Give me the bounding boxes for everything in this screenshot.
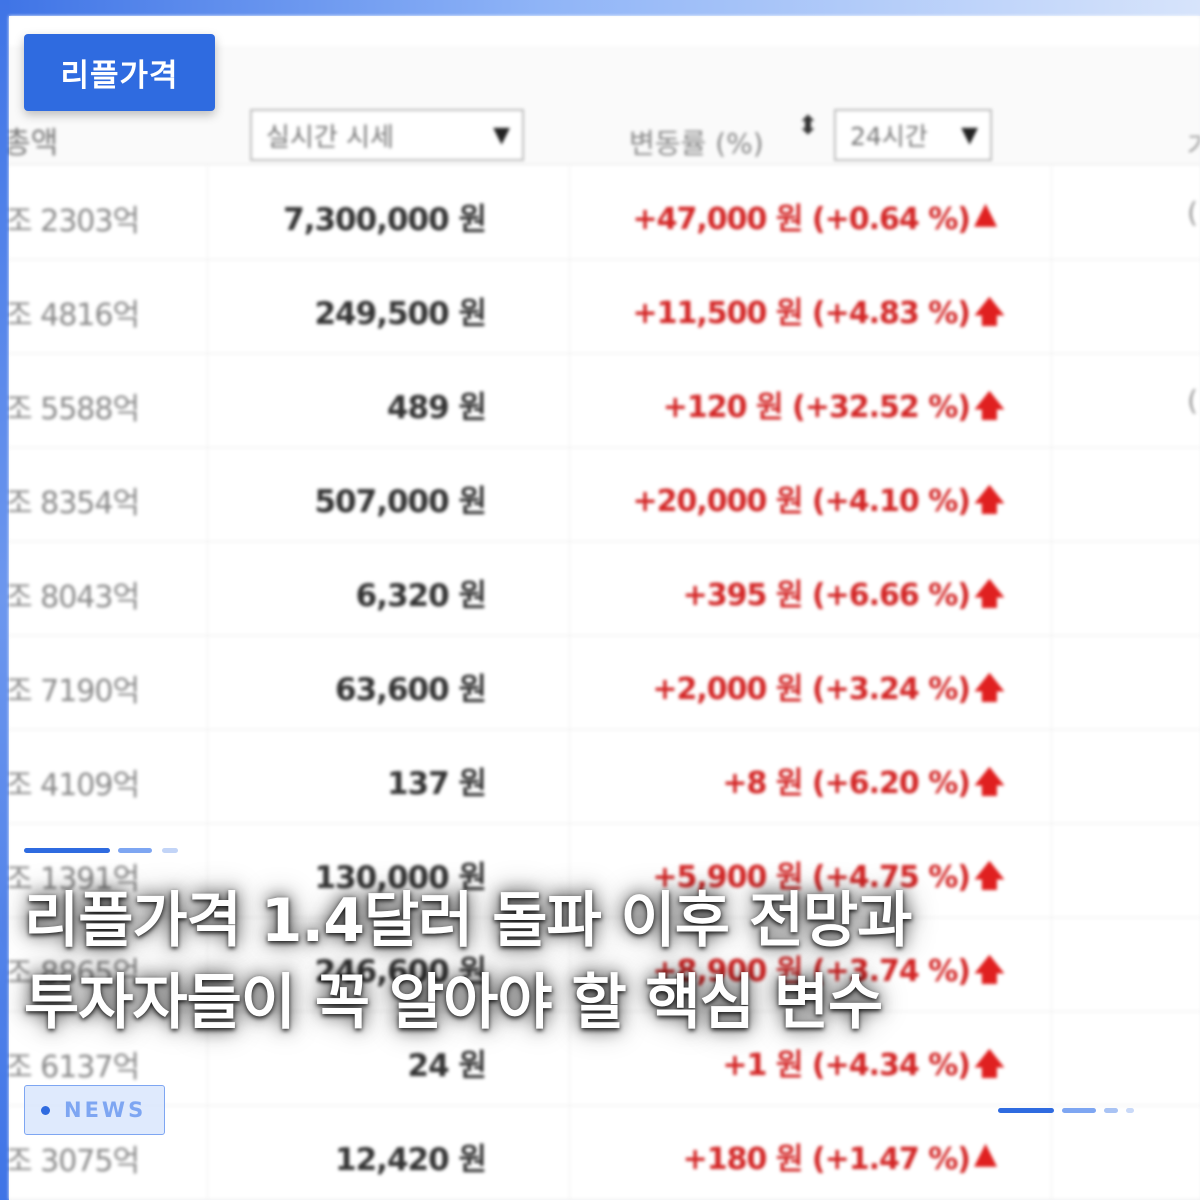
market-cap-cell: 조 6137억 bbox=[9, 1050, 140, 1085]
decor-dash bbox=[1104, 1108, 1118, 1113]
change-cell: +20,000 원 (+4.10 %) bbox=[632, 484, 971, 519]
next-column-fragment: ( bbox=[1187, 196, 1198, 229]
table-row[interactable]: 조 4816억 249,500 원 +11,500 원 (+4.83 %) 🡅 bbox=[9, 260, 1200, 354]
market-cap-cell: 조 4109억 bbox=[9, 768, 140, 803]
price-mode-value: 실시간 시세 bbox=[266, 122, 394, 153]
up-arrow-icon: 🡅 bbox=[974, 483, 1005, 518]
change-cell: +2,000 원 (+3.24 %) bbox=[652, 672, 971, 707]
decor-dash bbox=[998, 1108, 1054, 1113]
price-cell: 249,500 원 bbox=[314, 296, 487, 332]
up-arrow-icon: 🡅 bbox=[974, 577, 1005, 612]
top-accent-bar bbox=[0, 0, 1200, 16]
chevron-down-icon: ▼ bbox=[493, 122, 510, 148]
market-cap-sort-header[interactable]: 총액 bbox=[9, 118, 58, 162]
change-cell: +1 원 (+4.34 %) bbox=[722, 1048, 971, 1083]
table-row[interactable]: 조 3075억 12,420 원 +180 원 (+1.47 %) ▲ bbox=[9, 1106, 1200, 1200]
price-cell: 489 원 bbox=[386, 390, 487, 426]
table-row[interactable]: 조 7190억 63,600 원 +2,000 원 (+3.24 %) 🡅 bbox=[9, 636, 1200, 730]
left-accent-bar bbox=[0, 0, 9, 1200]
price-cell: 6,320 원 bbox=[355, 578, 487, 614]
table-row[interactable]: 조 2303억 7,300,000 원 +47,000 원 (+0.64 %) ▲ ( bbox=[9, 166, 1200, 260]
change-cell: +395 원 (+6.66 %) bbox=[682, 578, 971, 613]
period-select[interactable]: 24시간 ▼ bbox=[834, 109, 992, 161]
up-arrow-icon: 🡅 bbox=[974, 671, 1005, 706]
change-cell: +120 원 (+32.52 %) bbox=[662, 390, 971, 425]
news-label: NEWS bbox=[64, 1098, 147, 1122]
change-rate-header: 변동률 (%) bbox=[629, 127, 764, 160]
decor-dash bbox=[1126, 1108, 1134, 1113]
market-cap-cell: 조 8354억 bbox=[9, 486, 140, 521]
up-arrow-icon: ▲ bbox=[974, 196, 998, 231]
price-mode-select[interactable]: 실시간 시세 ▼ bbox=[250, 109, 524, 161]
change-cell: +47,000 원 (+0.64 %) bbox=[632, 202, 971, 237]
market-cap-cell: 조 5588억 bbox=[9, 392, 140, 427]
decor-dash bbox=[1062, 1108, 1096, 1113]
change-cell: +180 원 (+1.47 %) bbox=[682, 1142, 971, 1177]
change-cell: +8 원 (+6.20 %) bbox=[722, 766, 971, 801]
market-cap-cell: 조 4816억 bbox=[9, 298, 140, 333]
period-value: 24시간 bbox=[850, 122, 928, 151]
sort-icon[interactable]: ⬍ bbox=[797, 113, 819, 139]
market-cap-cell: 조 3075억 bbox=[9, 1144, 140, 1179]
headline-line-2: 투자자들이 꼭 알아야 할 핵심 변수 bbox=[24, 968, 883, 1038]
market-cap-cell: 조 2303억 bbox=[9, 204, 140, 239]
change-cell: +11,500 원 (+4.83 %) bbox=[632, 296, 971, 331]
up-arrow-icon: 🡅 bbox=[974, 295, 1005, 330]
market-cap-cell: 조 7190억 bbox=[9, 674, 140, 709]
price-table-body: 조 2303억 7,300,000 원 +47,000 원 (+0.64 %) ▲(조… bbox=[9, 166, 1200, 1200]
decor-dash bbox=[162, 848, 178, 853]
table-row[interactable]: 조 8043억 6,320 원 +395 원 (+6.66 %) 🡅 bbox=[9, 542, 1200, 636]
price-cell: 7,300,000 원 bbox=[283, 202, 487, 238]
price-cell: 24 원 bbox=[407, 1048, 487, 1084]
article-headline: 리플가격 1.4달러 돌파 이후 전망과 투자자들이 꼭 알아야 할 핵심 변수 bbox=[24, 880, 1124, 1044]
news-tag: NEWS bbox=[24, 1085, 165, 1135]
category-badge: 리플가격 bbox=[24, 34, 215, 111]
next-column-fragment: ( bbox=[1187, 384, 1198, 417]
table-row[interactable]: 조 8354억 507,000 원 +20,000 원 (+4.10 %) 🡅 bbox=[9, 448, 1200, 542]
decor-dash bbox=[118, 848, 152, 853]
market-cap-cell: 조 8043억 bbox=[9, 580, 140, 615]
up-arrow-icon: ▲ bbox=[974, 1136, 998, 1171]
price-cell: 63,600 원 bbox=[335, 672, 487, 708]
table-row[interactable]: 조 4109억 137 원 +8 원 (+6.20 %) 🡅 bbox=[9, 730, 1200, 824]
decor-dash bbox=[24, 848, 110, 853]
price-cell: 137 원 bbox=[386, 766, 487, 802]
up-arrow-icon: 🡅 bbox=[974, 389, 1005, 424]
price-cell: 12,420 원 bbox=[335, 1142, 487, 1178]
headline-line-1: 리플가격 1.4달러 돌파 이후 전망과 bbox=[24, 886, 912, 956]
table-row[interactable]: 조 5588억 489 원 +120 원 (+32.52 %) 🡅 ( bbox=[9, 354, 1200, 448]
news-dot-icon bbox=[41, 1105, 50, 1115]
price-cell: 507,000 원 bbox=[314, 484, 487, 520]
up-arrow-icon: 🡅 bbox=[974, 1047, 1005, 1082]
chevron-down-icon: ▼ bbox=[961, 122, 978, 148]
up-arrow-icon: 🡅 bbox=[974, 765, 1005, 800]
next-column-header-fragment: 기 bbox=[1187, 132, 1200, 162]
